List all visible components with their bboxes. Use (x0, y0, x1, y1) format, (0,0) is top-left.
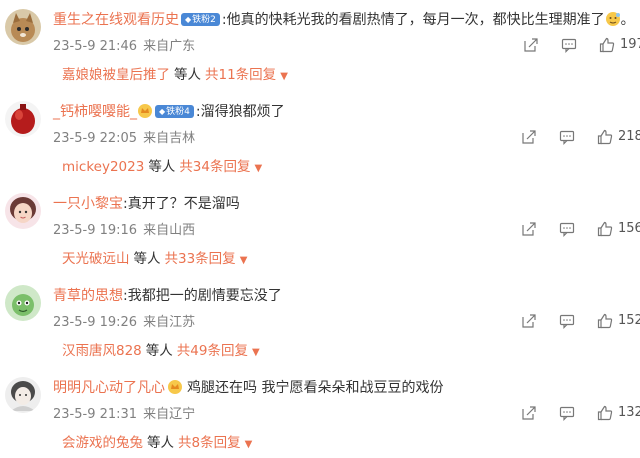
share-icon[interactable] (521, 405, 537, 421)
comment-actions: 1528 (521, 310, 640, 332)
comment-icon[interactable] (559, 221, 575, 237)
comment-item: 一只小黎宝:真开了？不是溜吗 23-5-9 19:16 来自山西 1567 天光破… (0, 184, 640, 274)
comment-body: 鸡腿还在吗 我宁愿看朵朵和战豆豆的戏份 (187, 380, 444, 396)
like-count: 1321 (618, 405, 640, 420)
comment-meta: 23-5-9 21:31 来自辽宁 (53, 406, 201, 424)
comment-date: 23-5-9 22:05 (53, 131, 138, 146)
reply-count-link[interactable]: 共11条回复 (205, 67, 276, 83)
reply-summary[interactable]: mickey2023 等人 共34条回复 ▼ (62, 158, 262, 178)
reply-summary[interactable]: 嘉娘娘被皇后推了 等人 共11条回复 ▼ (62, 66, 288, 86)
reply-username[interactable]: 天光破远山 (62, 251, 130, 267)
comment-text-line: _钙柿嘤嘤能_ ◆铁粉4:溜得狼都烦了 (53, 102, 285, 122)
reply-connector: 等人 (133, 251, 161, 267)
thumbs-up-icon[interactable] (599, 37, 615, 53)
username-link[interactable]: 青草的思想 (53, 288, 123, 304)
comment-item: 明明凡心动了凡心 鸡腿还在吗 我宁愿看朵朵和战豆豆的戏份 23-5-9 21:31… (0, 368, 640, 458)
comment-location: 来自吉林 (143, 131, 196, 146)
comment-item: _钙柿嘤嘤能_◆铁粉4:溜得狼都烦了 23-5-9 22:05来自吉林 2182… (0, 92, 640, 182)
share-icon[interactable] (521, 221, 537, 237)
shy-emoji-icon (605, 11, 621, 27)
comment-icon[interactable] (559, 129, 575, 145)
caret-down-icon[interactable]: ▼ (252, 347, 260, 358)
comment-icon[interactable] (559, 405, 575, 421)
comment-actions: 1973 (523, 34, 640, 56)
comment-item: 重生之在线观看历史 ◆铁粉2:他真的快耗光我的看剧热情了，每月一次，都快比生理期准… (0, 0, 640, 90)
comment-icon[interactable] (559, 313, 575, 329)
share-icon[interactable] (521, 313, 537, 329)
comment-meta: 23-5-9 19:16 来自山西 (53, 222, 201, 240)
comment-text-line: 一只小黎宝:真开了？不是溜吗 (53, 194, 240, 214)
username-link[interactable]: 重生之在线观看历史 (53, 12, 179, 28)
reply-count-link[interactable]: 共49条回复 (177, 343, 248, 359)
comment-item: 青草的思想:我都把一的剧情要忘没了 23-5-9 19:26来自江苏 1528 … (0, 276, 640, 366)
red-avatar-icon[interactable] (5, 101, 41, 137)
thumbs-up-icon[interactable] (597, 129, 613, 145)
sketch-avatar-icon[interactable] (5, 377, 41, 413)
reply-summary[interactable]: 汉雨唐风828 等人 共49条回复 ▼ (62, 342, 260, 362)
comment-actions: 1567 (521, 218, 640, 240)
reply-count-link[interactable]: 共34条回复 (179, 159, 250, 175)
comment-actions: 2182 (521, 126, 640, 148)
diamond-icon: ◆ (185, 15, 192, 24)
username-link[interactable]: 一只小黎宝 (53, 196, 123, 212)
comment-meta: 23-5-9 19:26 来自江苏 (53, 314, 201, 332)
green-avatar-icon[interactable] (5, 285, 41, 321)
share-icon[interactable] (521, 129, 537, 145)
thumbs-up-icon[interactable] (597, 221, 613, 237)
thumbs-up-icon[interactable] (597, 313, 613, 329)
reply-connector: 等人 (148, 159, 176, 175)
reply-connector: 等人 (145, 343, 173, 359)
comment-body: :他真的快耗光我的看剧热情了，每月一次，都快比生理期准了 (221, 12, 605, 28)
reply-summary[interactable]: 天光破远山 等人 共33条回复 ▼ (62, 250, 247, 270)
crown-badge-icon (167, 379, 183, 395)
caret-down-icon[interactable]: ▼ (240, 255, 248, 266)
reply-username[interactable]: mickey2023 (62, 159, 144, 175)
share-icon[interactable] (523, 37, 539, 53)
like-count: 1973 (620, 37, 640, 52)
username-link[interactable]: _钙柿嘤嘤能_ (53, 104, 137, 120)
reply-connector: 等人 (174, 67, 201, 83)
comment-text-line: 青草的思想:我都把一的剧情要忘没了 (53, 286, 282, 306)
comment-date: 23-5-9 21:31 (53, 407, 138, 422)
comment-meta: 23-5-9 21:46 来自广东 (53, 38, 201, 56)
crown-badge-icon (137, 103, 153, 119)
thumbs-up-icon[interactable] (597, 405, 613, 421)
comment-text-line: 明明凡心动了凡心 鸡腿还在吗 我宁愿看朵朵和战豆豆的戏份 (53, 378, 443, 398)
caret-down-icon[interactable]: ▼ (255, 163, 263, 174)
girl-avatar-icon[interactable] (5, 193, 41, 229)
badge-label: 铁粉2 (192, 15, 216, 25)
comment-body-tail: 。 (620, 12, 635, 28)
reply-count-link[interactable]: 共33条回复 (165, 251, 236, 267)
cat-avatar-icon[interactable] (5, 9, 41, 45)
comment-icon[interactable] (561, 37, 577, 53)
like-count: 1567 (618, 221, 640, 236)
like-count: 1528 (618, 313, 640, 328)
comment-body: :真开了？不是溜吗 (123, 196, 240, 212)
reply-username[interactable]: 汉雨唐风828 (62, 343, 142, 359)
diamond-icon: ◆ (159, 107, 166, 116)
comment-date: 23-5-9 21:46 (53, 39, 138, 54)
fan-badge[interactable]: ◆铁粉2 (181, 13, 220, 26)
username-link[interactable]: 明明凡心动了凡心 (53, 380, 165, 396)
comment-location: 来自辽宁 (143, 407, 196, 422)
comment-body: :溜得狼都烦了 (195, 104, 285, 120)
comment-meta: 23-5-9 22:05 来自吉林 (53, 130, 201, 148)
comment-actions: 1321 (521, 402, 640, 424)
comment-location: 来自广东 (143, 39, 196, 54)
reply-summary[interactable]: 会游戏的兔兔 等人 共8条回复 ▼ (62, 434, 252, 454)
comment-location: 来自江苏 (143, 315, 196, 330)
comment-location: 来自山西 (143, 223, 196, 238)
caret-down-icon[interactable]: ▼ (280, 71, 288, 82)
comment-date: 23-5-9 19:26 (53, 315, 138, 330)
like-count: 2182 (618, 129, 640, 144)
caret-down-icon[interactable]: ▼ (245, 439, 253, 450)
badge-label: 铁粉4 (166, 107, 190, 117)
fan-badge[interactable]: ◆铁粉4 (155, 105, 194, 118)
comment-text-line: 重生之在线观看历史 ◆铁粉2:他真的快耗光我的看剧热情了，每月一次，都快比生理期准… (53, 10, 635, 30)
comment-body: :我都把一的剧情要忘没了 (123, 288, 282, 304)
comment-date: 23-5-9 19:16 (53, 223, 138, 238)
reply-username[interactable]: 嘉娘娘被皇后推了 (62, 67, 170, 83)
